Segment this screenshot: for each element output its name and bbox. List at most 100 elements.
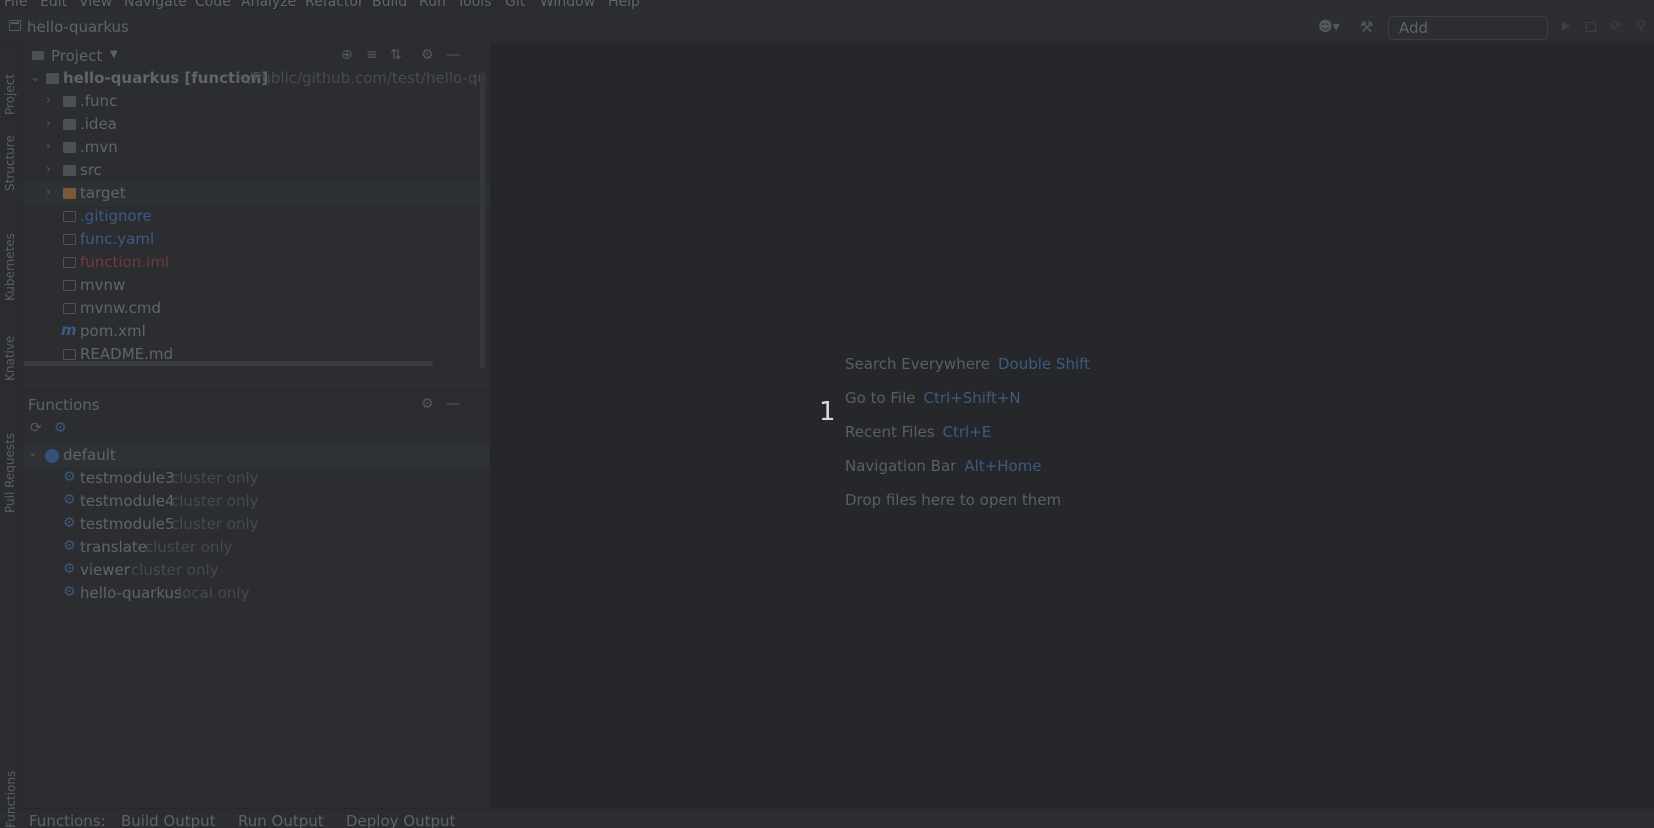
hint-go-to-file: Go to File Ctrl+Shift+N [845,389,1021,407]
tree-item[interactable]: m pom.xml [23,320,490,344]
function-row[interactable]: ⚙ viewer cluster only [23,559,490,583]
chevron-down-icon[interactable]: ⌄ [28,445,38,459]
hint-recent-files: Recent Files Ctrl+E [845,423,992,441]
project-panel-header: Project ▼ ⊕ ≡ ⇅ ⚙ — [23,43,490,69]
tree-item[interactable]: › target [23,182,490,206]
menu-window[interactable]: Window [540,0,595,10]
hammer-icon[interactable]: ⚒ [1360,18,1373,36]
function-icon: ⚙ [63,584,76,600]
chevron-down-icon[interactable]: ⌄ [30,70,40,84]
menu-navigate[interactable]: Navigate [124,0,187,10]
project-panel-title[interactable]: Project [51,47,102,65]
search-icon[interactable]: ⚲ [1636,18,1646,34]
functions-panel: Functions ⚙ — ⟳ ⚙ ⌄ default ⚙ testmodule… [23,390,490,770]
gear-icon[interactable]: ⚙ [421,47,434,63]
menu-view[interactable]: View [79,0,112,10]
tree-item-label: mvnw.cmd [80,299,162,317]
tab-project[interactable]: Project [3,74,17,115]
tree-item[interactable]: func.yaml [23,228,490,252]
expand-all-icon[interactable]: ≡ [366,47,378,63]
tree-item[interactable]: › .idea [23,113,490,137]
tree-item[interactable]: .gitignore [23,205,490,229]
run-icon[interactable]: ▶ [1562,19,1570,32]
folder-icon [63,165,76,176]
add-configuration-button[interactable]: Add Configuration... [1388,16,1548,59]
locate-icon[interactable]: ⊕ [341,47,353,63]
menu-bar: File Edit View Navigate Code Analyze Ref… [0,0,1654,10]
tab-knative[interactable]: Knative [3,336,17,381]
function-row[interactable]: ⚙ hello-quarkus local only [23,582,490,606]
tab-build-output[interactable]: Build Output [121,812,216,828]
menu-edit[interactable]: Edit [40,0,67,10]
function-scope: cluster only [171,469,259,487]
menu-tools[interactable]: Tools [457,0,492,10]
tree-root[interactable]: ⌄ hello-quarkus [function] ~/Public/gith… [23,67,490,91]
function-icon: ⚙ [63,538,76,554]
gitignore-file-icon [63,211,76,222]
markdown-file-icon [63,349,76,360]
function-name: translate [80,538,148,556]
bottom-tool-bar: Functions: Build Output Run Output Deplo… [0,808,1654,828]
project-panel: Project ▼ ⊕ ≡ ⇅ ⚙ — ⌄ hello-quarkus [fun… [23,43,490,388]
tree-item-label: target [80,184,126,202]
hint-search-everywhere: Search Everywhere Double Shift [845,355,1091,373]
script-file-icon [63,280,76,291]
namespace-row[interactable]: ⌄ default [23,444,490,468]
refresh-icon[interactable]: ⟳ [30,420,42,436]
hint-navigation-bar: Navigation Bar Alt+Home [845,457,1042,475]
namespace-icon [45,449,59,463]
chevron-down-icon[interactable]: ▼ [110,49,118,60]
menu-help[interactable]: Help [608,0,640,10]
stop-icon[interactable] [1586,22,1596,32]
user-icon[interactable]: ☻▾ [1318,19,1340,35]
minimize-icon[interactable]: — [446,47,460,63]
gear-icon[interactable]: ⚙ [421,396,434,412]
menu-code[interactable]: Code [195,0,231,10]
tree-item[interactable]: mvnw.cmd [23,297,490,321]
function-row[interactable]: ⚙ testmodule4 cluster only [23,490,490,514]
menu-analyze[interactable]: Analyze [241,0,296,10]
chevron-right-icon[interactable]: › [46,162,51,176]
tab-deploy-output[interactable]: Deploy Output [346,812,455,828]
function-row[interactable]: ⚙ testmodule5 cluster only [23,513,490,537]
tab-run-output[interactable]: Run Output [238,812,324,828]
collapse-all-icon[interactable]: ⇅ [390,47,402,63]
tree-item[interactable]: › src [23,159,490,183]
function-scope: cluster only [145,538,233,556]
tab-functions[interactable]: Functions [4,771,18,828]
function-name: testmodule3 [80,469,175,487]
menu-file[interactable]: File [4,0,27,10]
tree-item[interactable]: mvnw [23,274,490,298]
function-row[interactable]: ⚙ translate cluster only [23,536,490,560]
function-scope: cluster only [171,492,259,510]
tree-item-label: function.iml [80,253,169,271]
chevron-right-icon[interactable]: › [46,93,51,107]
function-scope: cluster only [171,515,259,533]
folder-icon [63,96,76,107]
menu-git[interactable]: Git [505,0,525,10]
chevron-right-icon[interactable]: › [46,185,51,199]
chevron-right-icon[interactable]: › [46,116,51,130]
tree-item[interactable]: › .mvn [23,136,490,160]
menu-run[interactable]: Run [419,0,446,10]
minimize-icon[interactable]: — [446,396,460,412]
cmd-file-icon [63,303,76,314]
menu-build[interactable]: Build [372,0,407,10]
function-icon: ⚙ [63,515,76,531]
function-icon: ⚙ [63,469,76,485]
namespace-label: default [63,446,116,464]
tree-item[interactable]: › .func [23,90,490,114]
new-function-icon[interactable]: ⚙ [54,420,67,436]
debug-icon[interactable]: ⟳ [1610,18,1622,34]
tab-pull-requests[interactable]: Pull Requests [3,433,17,513]
chevron-right-icon[interactable]: › [46,139,51,153]
vertical-scrollbar[interactable] [480,71,485,369]
horizontal-scrollbar[interactable] [23,361,433,366]
tab-structure[interactable]: Structure [3,135,17,191]
tab-kubernetes[interactable]: Kubernetes [3,233,17,301]
project-name[interactable]: hello-quarkus [27,18,129,36]
tree-item[interactable]: function.iml [23,251,490,275]
menu-refactor[interactable]: Refactor [305,0,364,10]
function-row[interactable]: ⚙ testmodule3 cluster only [23,467,490,491]
function-name: viewer [80,561,130,579]
